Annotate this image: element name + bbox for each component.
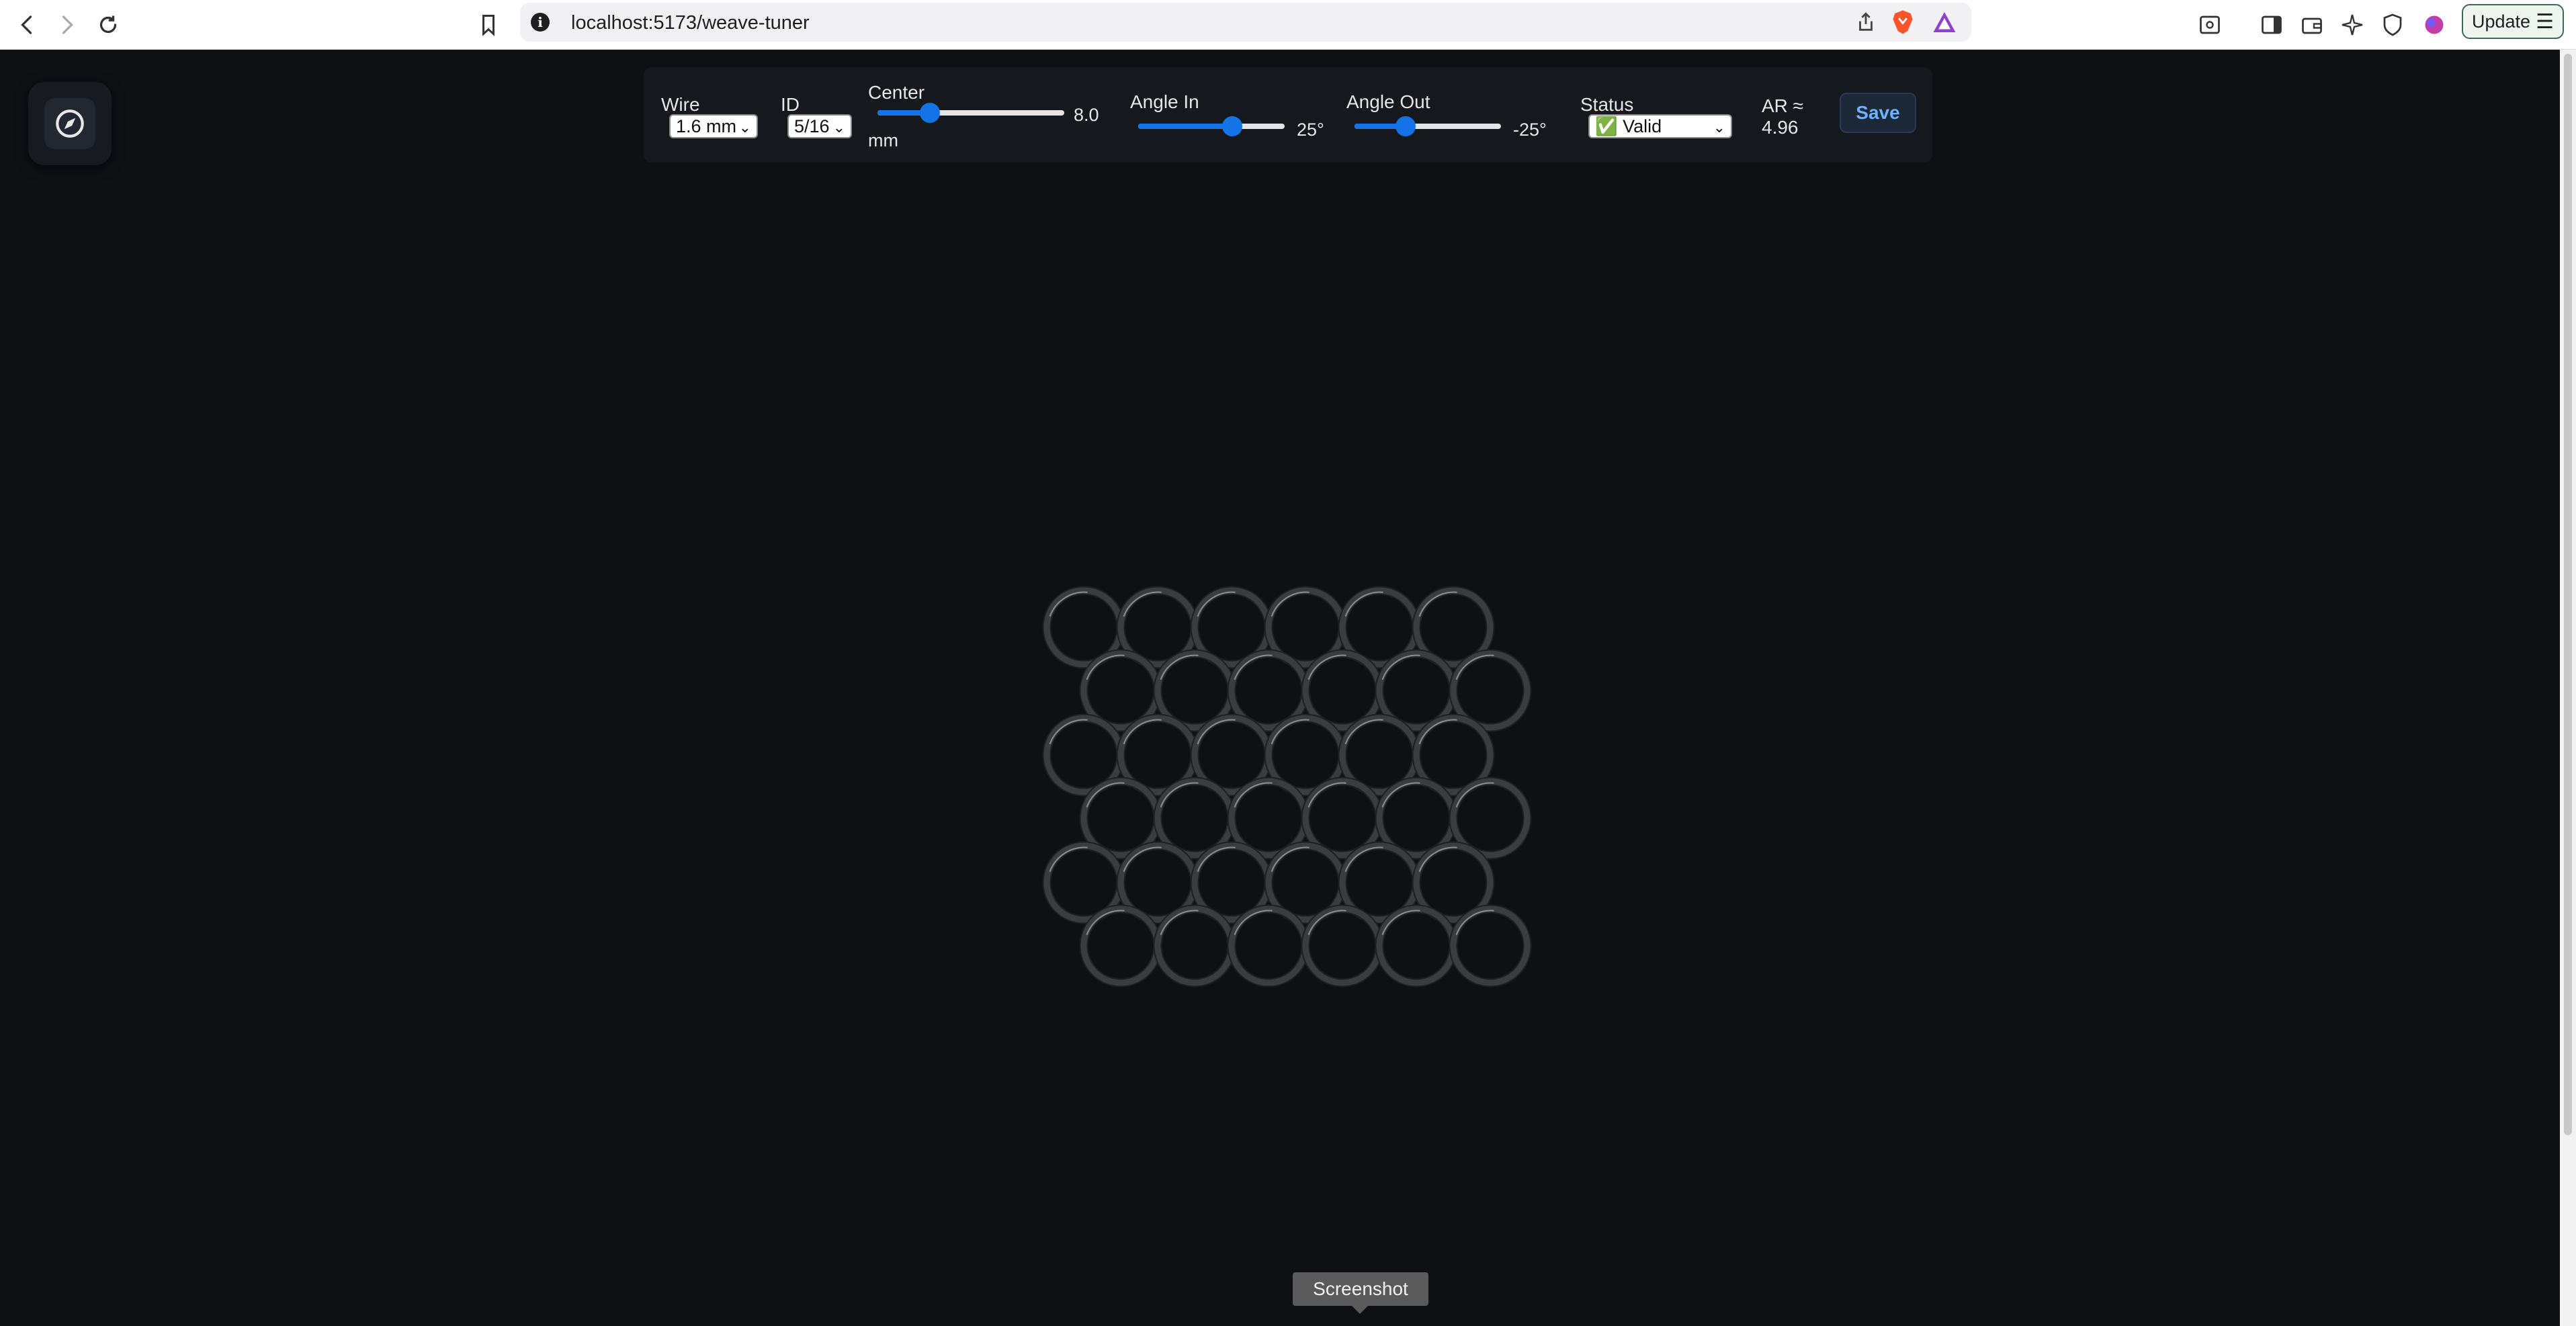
back-icon[interactable] [9, 7, 46, 43]
tooltip-arrow [1352, 1306, 1368, 1314]
angle-in-slider-thumb[interactable] [1221, 116, 1242, 136]
address-bar[interactable]: i localhost:5173/weave-tuner [520, 3, 1971, 42]
save-button[interactable]: Save [1840, 93, 1916, 133]
angle-out-slider[interactable] [1355, 114, 1501, 138]
angle-in-label: Angle In [1130, 91, 1199, 112]
id-label: ID [781, 94, 800, 115]
ar-label: AR ≈ [1762, 95, 1804, 116]
weave-render[interactable] [0, 50, 2560, 1326]
share-icon[interactable] [1854, 11, 1877, 37]
sidebar-icon[interactable] [2253, 7, 2290, 43]
ring-row0-b5 [1449, 649, 1532, 732]
tab-search-icon[interactable] [2192, 7, 2228, 43]
update-button[interactable]: Update ☰ [2462, 4, 2564, 39]
center-slider[interactable] [877, 101, 1064, 125]
wire-select[interactable]: 1.6 mm ⌄ [669, 114, 758, 138]
update-label: Update [2472, 11, 2531, 32]
profile-avatar-icon[interactable] [2416, 7, 2452, 43]
status-label: Status [1580, 94, 1634, 115]
chevron-down-icon: ⌄ [1713, 119, 1725, 136]
ring-row2-b5 [1449, 904, 1532, 987]
center-slider-thumb[interactable] [919, 103, 940, 123]
status-select[interactable]: ✅ Valid ⌄ [1588, 114, 1732, 138]
angle-out-value: -25° [1513, 120, 1547, 140]
url-text[interactable]: localhost:5173/weave-tuner [571, 12, 810, 34]
wire-label: Wire [661, 94, 700, 115]
angle-out-slider-thumb[interactable] [1396, 116, 1416, 136]
chevron-down-icon: ⌄ [832, 119, 845, 136]
compass-icon [44, 98, 95, 149]
screenshot-tooltip: Screenshot [1293, 1272, 1428, 1306]
center-value: 8.0 [1074, 105, 1099, 125]
wire-select-value: 1.6 mm [676, 116, 737, 136]
ar-value: 4.96 [1762, 117, 1799, 138]
weave-canvas[interactable] [0, 50, 2560, 1326]
reload-icon[interactable] [90, 7, 126, 43]
page-scrollbar[interactable] [2560, 50, 2576, 1326]
angle-in-slider[interactable] [1138, 114, 1285, 138]
bookmark-icon[interactable] [470, 7, 507, 43]
page-content: Wire 1.6 mm ⌄ ID 5/16 ⌄ Center 8.0 mm An… [0, 50, 2560, 1326]
id-select[interactable]: 5/16 ⌄ [787, 114, 852, 138]
angle-in-value: 25° [1297, 120, 1324, 140]
vpn-icon[interactable] [2374, 7, 2411, 43]
center-unit: mm [868, 130, 898, 150]
status-select-value: ✅ Valid [1595, 116, 1662, 136]
brave-rewards-icon[interactable] [1932, 11, 1957, 37]
navigation-button[interactable] [28, 82, 112, 165]
browser-chrome: i localhost:5173/weave-tuner Update ☰ [0, 0, 2576, 50]
id-select-value: 5/16 [794, 116, 830, 136]
ring-row1-b5 [1449, 777, 1532, 860]
leo-ai-icon[interactable] [2334, 7, 2370, 43]
wallet-icon[interactable] [2294, 7, 2330, 43]
ring-row0-a5 [1412, 586, 1495, 669]
scrollbar-thumb[interactable] [2564, 54, 2572, 1135]
forward-icon[interactable] [48, 7, 85, 43]
site-info-icon[interactable]: i [531, 13, 550, 32]
chevron-down-icon: ⌄ [738, 119, 751, 136]
brave-shields-icon[interactable] [1891, 9, 1915, 38]
tuner-toolbar: Wire 1.6 mm ⌄ ID 5/16 ⌄ Center 8.0 mm An… [644, 67, 1932, 163]
angle-out-label: Angle Out [1346, 91, 1430, 112]
menu-icon: ☰ [2536, 10, 2554, 33]
